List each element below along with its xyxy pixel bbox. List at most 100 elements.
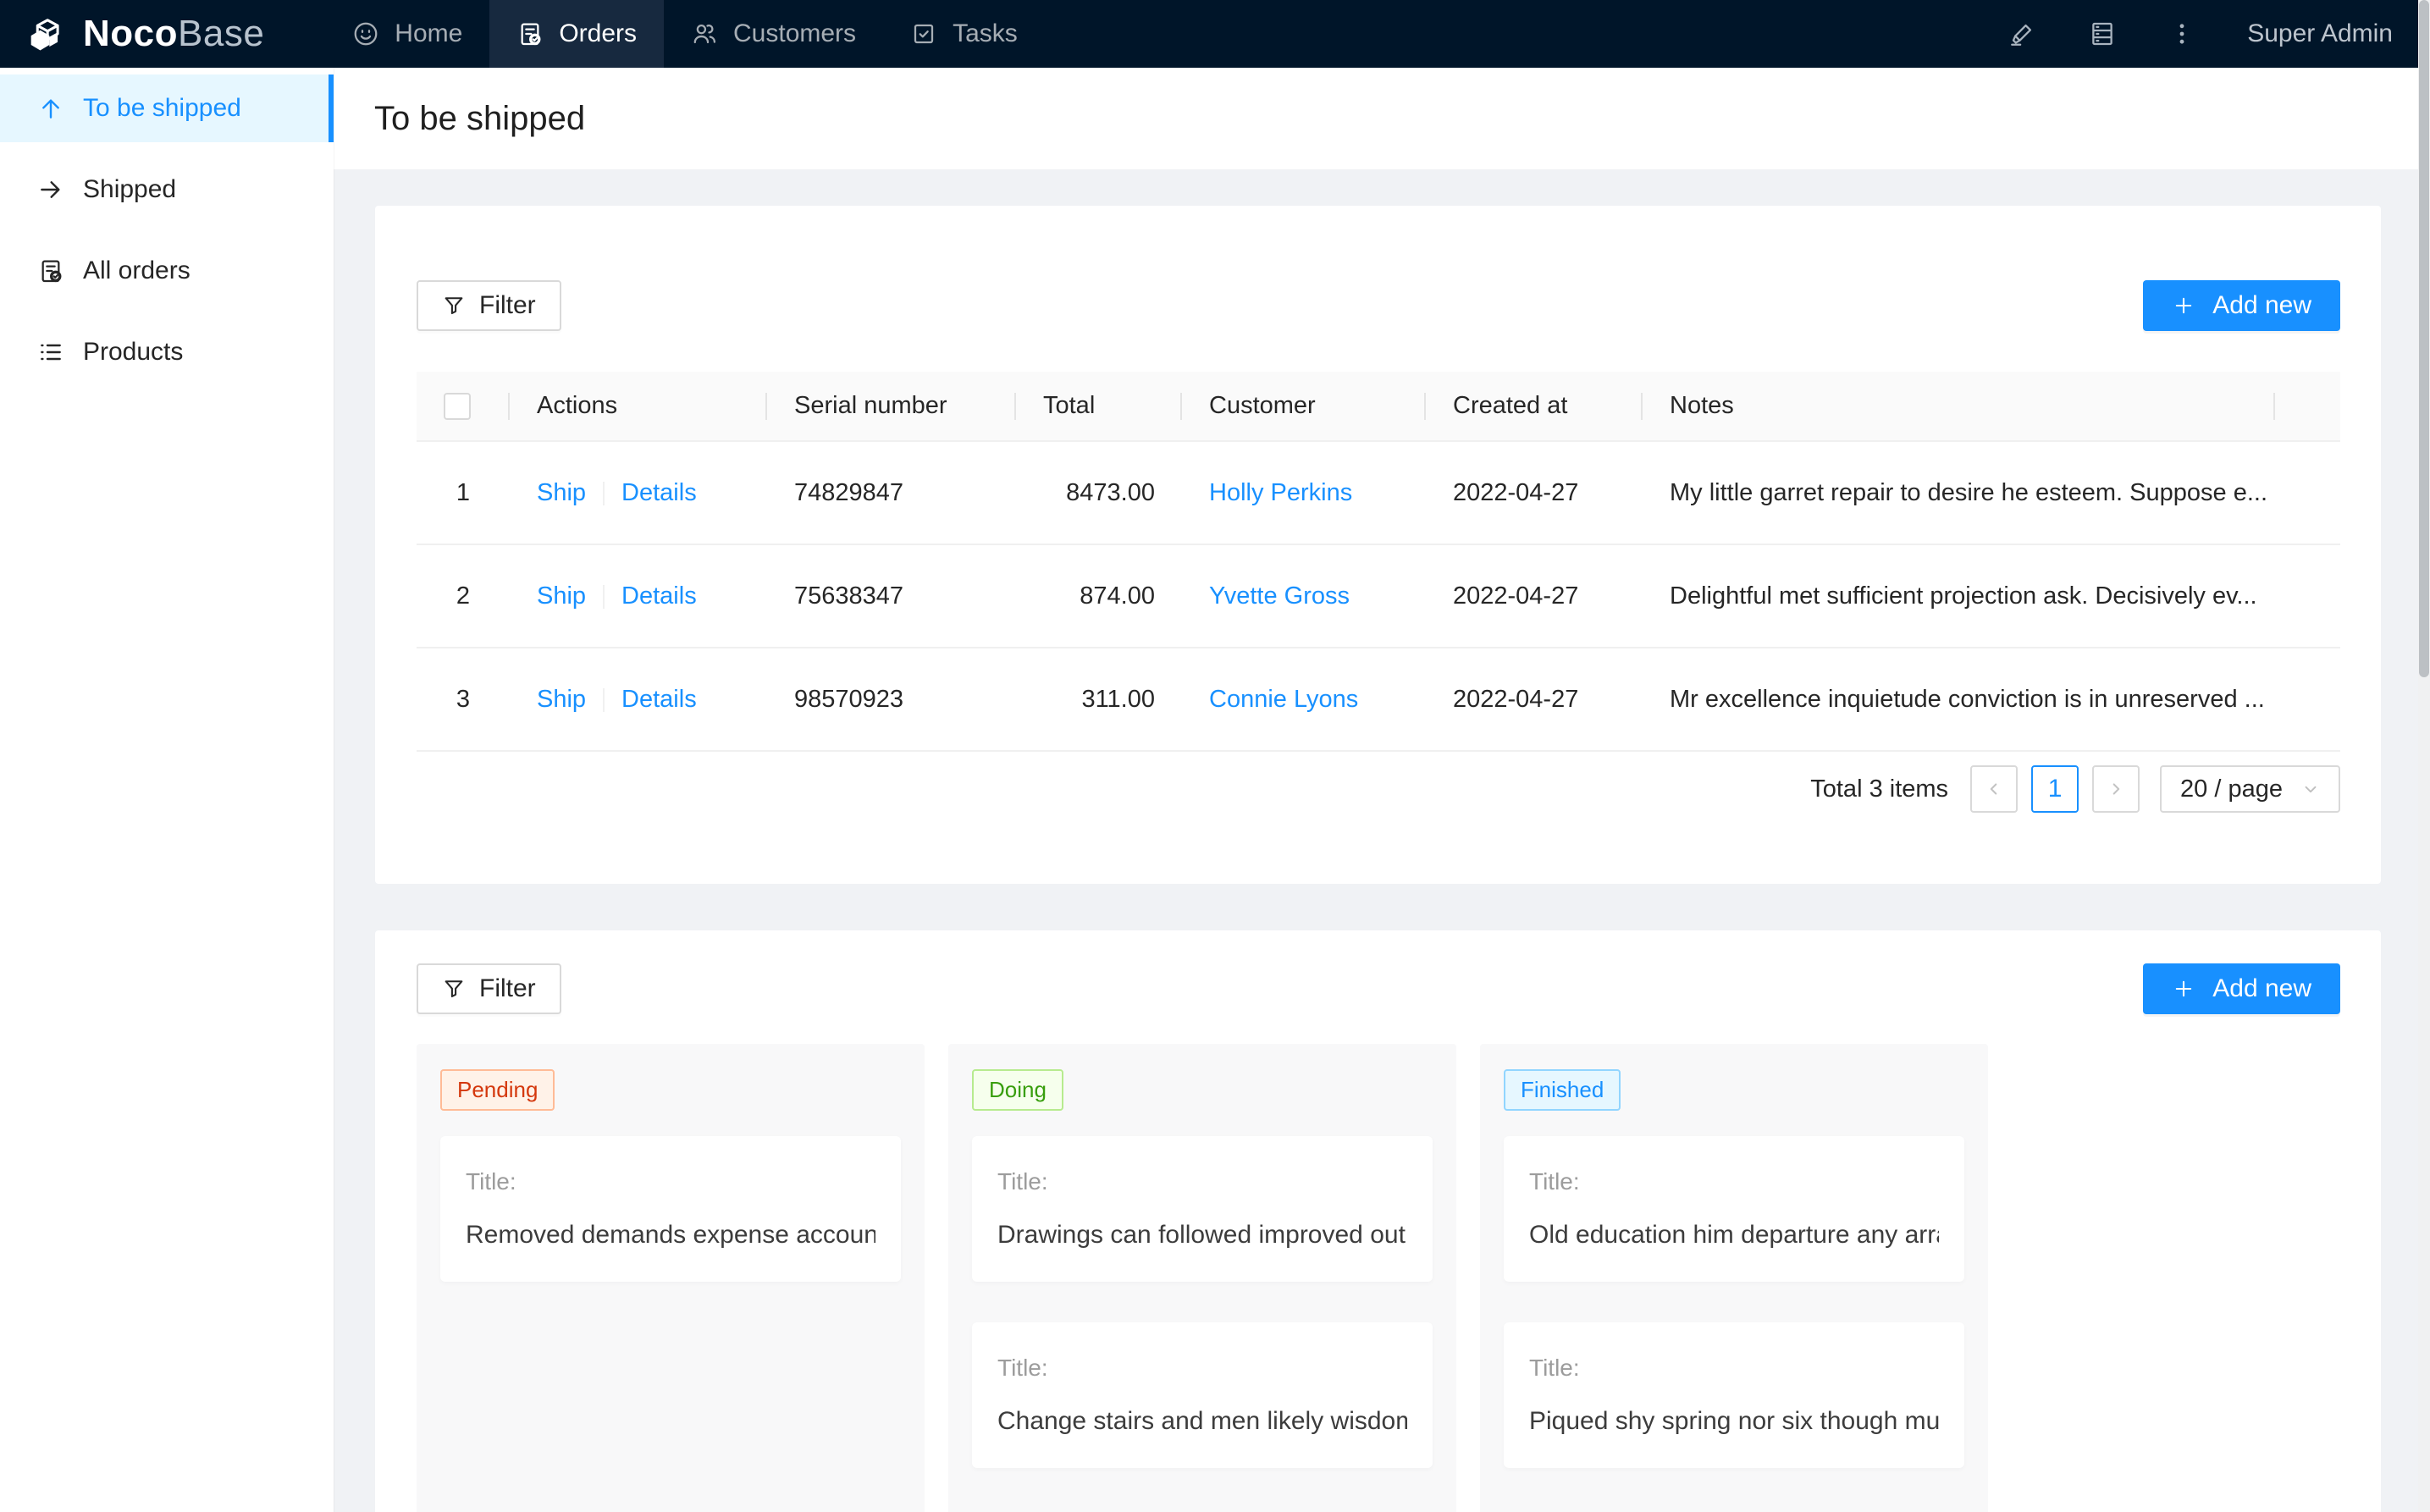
arrow-right-icon	[37, 176, 64, 203]
filter-icon	[442, 977, 466, 1001]
row-total: 874.00	[1016, 544, 1182, 648]
card-title-text: Drawings can followed improved out ...	[997, 1221, 1407, 1250]
table-row: 3 ShipDetails 98570923 311.00 Connie Lyo…	[417, 648, 2340, 751]
logo-text: NocoBase	[83, 13, 264, 55]
vertical-scrollbar	[2418, 0, 2430, 1512]
row-created-at: 2022-04-27	[1426, 648, 1643, 751]
sidebar-item-to-be-shipped[interactable]: To be shipped	[0, 74, 334, 142]
kanban-card[interactable]: Title: Piqued shy spring nor six though …	[1504, 1322, 1964, 1468]
card-field-label: Title:	[997, 1168, 1407, 1195]
action-divider	[603, 585, 605, 609]
nocobase-logo[interactable]: NocoBase	[0, 0, 301, 68]
row-serial: 75638347	[767, 544, 1016, 648]
sidebar-item-all-orders[interactable]: All orders	[0, 237, 334, 305]
row-total: 8473.00	[1016, 441, 1182, 544]
page-1-button[interactable]: 1	[2031, 765, 2079, 813]
nocobase-cube-icon	[24, 12, 68, 56]
row-created-at: 2022-04-27	[1426, 544, 1643, 648]
action-divider	[603, 482, 605, 505]
customer-link[interactable]: Yvette Gross	[1209, 582, 1350, 610]
filter-button[interactable]: Filter	[417, 963, 561, 1014]
details-link[interactable]: Details	[621, 686, 697, 713]
row-actions: Ship Details	[510, 544, 767, 648]
column-header-created-at: Created at	[1426, 372, 1643, 441]
orders-table: Actions Serial number Total Customer Cre…	[417, 372, 2340, 752]
select-all-checkbox[interactable]	[444, 393, 471, 420]
kanban-card[interactable]: Title: Drawings can followed improved ou…	[972, 1136, 1433, 1282]
kanban-column-pending: Pending Title: Removed demands expense a…	[417, 1044, 925, 1512]
database-icon[interactable]	[2088, 19, 2117, 48]
tab-tasks[interactable]: Tasks	[883, 0, 1045, 68]
page-header: To be shipped	[334, 68, 2430, 169]
list-icon	[37, 339, 64, 366]
status-badge-doing: Doing	[972, 1069, 1063, 1111]
row-actions: Ship Details	[510, 648, 767, 751]
ship-link[interactable]: Ship	[537, 479, 586, 506]
customer-link[interactable]: Holly Perkins	[1209, 479, 1352, 506]
details-link[interactable]: Details	[621, 582, 697, 610]
arrow-up-icon	[37, 95, 64, 122]
tab-customers[interactable]: Customers	[664, 0, 883, 68]
row-notes: Mr excellence inquietude conviction is i…	[1643, 648, 2275, 751]
prev-page-button[interactable]	[1970, 765, 2018, 813]
page-size-value: 20 / page	[2180, 775, 2283, 803]
kanban-column-finished: Finished Title: Old education him depart…	[1480, 1044, 1988, 1512]
row-customer: Connie Lyons	[1182, 648, 1426, 751]
action-divider	[603, 688, 605, 712]
row-created-at: 2022-04-27	[1426, 441, 1643, 544]
ship-link[interactable]: Ship	[537, 582, 586, 610]
kanban-card[interactable]: Title: Change stairs and men likely wisd…	[972, 1322, 1433, 1468]
chevron-down-icon	[2301, 780, 2320, 798]
card-title-text: Change stairs and men likely wisdom ...	[997, 1407, 1407, 1436]
orders-icon	[516, 20, 544, 47]
sidebar-item-shipped[interactable]: Shipped	[0, 156, 334, 223]
sidebar: To be shipped Shipped All orders	[0, 68, 334, 1512]
row-index: 3	[417, 648, 510, 751]
card-title-text: Removed demands expense account i...	[466, 1221, 875, 1250]
tab-orders[interactable]: Orders	[489, 0, 664, 68]
row-index: 1	[417, 441, 510, 544]
top-navbar: NocoBase Home	[0, 0, 2430, 68]
add-new-label: Add new	[2212, 974, 2311, 1003]
pagination: Total 3 items 1 20 / page	[417, 765, 2340, 813]
row-empty-cell	[2275, 544, 2340, 648]
select-all-header	[417, 372, 510, 441]
row-actions: Ship Details	[510, 441, 767, 544]
column-header-actions: Actions	[510, 372, 767, 441]
highlighter-icon[interactable]	[2008, 19, 2037, 48]
row-notes: My little garret repair to desire he est…	[1643, 441, 2275, 544]
more-icon[interactable]	[2168, 19, 2196, 48]
ship-link[interactable]: Ship	[537, 686, 586, 713]
sidebar-item-products[interactable]: Products	[0, 318, 334, 386]
column-header-total: Total	[1016, 372, 1182, 441]
file-done-icon	[37, 257, 64, 284]
tasks-icon	[910, 20, 937, 47]
status-badge-pending: Pending	[440, 1069, 555, 1111]
column-header-empty	[2275, 372, 2340, 441]
page-size-select[interactable]: 20 / page	[2160, 765, 2340, 813]
table-header-row: Actions Serial number Total Customer Cre…	[417, 372, 2340, 441]
tab-label: Home	[395, 19, 462, 48]
navbar-right: Super Admin	[2008, 0, 2430, 68]
orders-toolbar: Filter Add new	[417, 280, 2340, 331]
add-new-button[interactable]: Add new	[2143, 280, 2340, 331]
filter-button[interactable]: Filter	[417, 280, 561, 331]
kanban-board: Pending Title: Removed demands expense a…	[417, 1044, 2340, 1512]
customer-link[interactable]: Connie Lyons	[1209, 686, 1358, 713]
scrollbar-thumb[interactable]	[2419, 0, 2429, 677]
sidebar-item-label: To be shipped	[83, 94, 241, 123]
tab-label: Customers	[733, 19, 856, 48]
row-notes: Delightful met sufficient projection ask…	[1643, 544, 2275, 648]
details-link[interactable]: Details	[621, 479, 697, 506]
next-page-button[interactable]	[2092, 765, 2140, 813]
kanban-card[interactable]: Title: Old education him departure any a…	[1504, 1136, 1964, 1282]
tab-home[interactable]: Home	[325, 0, 489, 68]
row-customer: Holly Perkins	[1182, 441, 1426, 544]
kanban-card[interactable]: Title: Removed demands expense account i…	[440, 1136, 901, 1282]
tasks-card: Filter Add new Pending Title: R	[375, 930, 2381, 1512]
column-header-notes: Notes	[1643, 372, 2275, 441]
row-serial: 74829847	[767, 441, 1016, 544]
add-new-button[interactable]: Add new	[2143, 963, 2340, 1014]
row-index: 2	[417, 544, 510, 648]
user-menu[interactable]: Super Admin	[2247, 19, 2393, 48]
